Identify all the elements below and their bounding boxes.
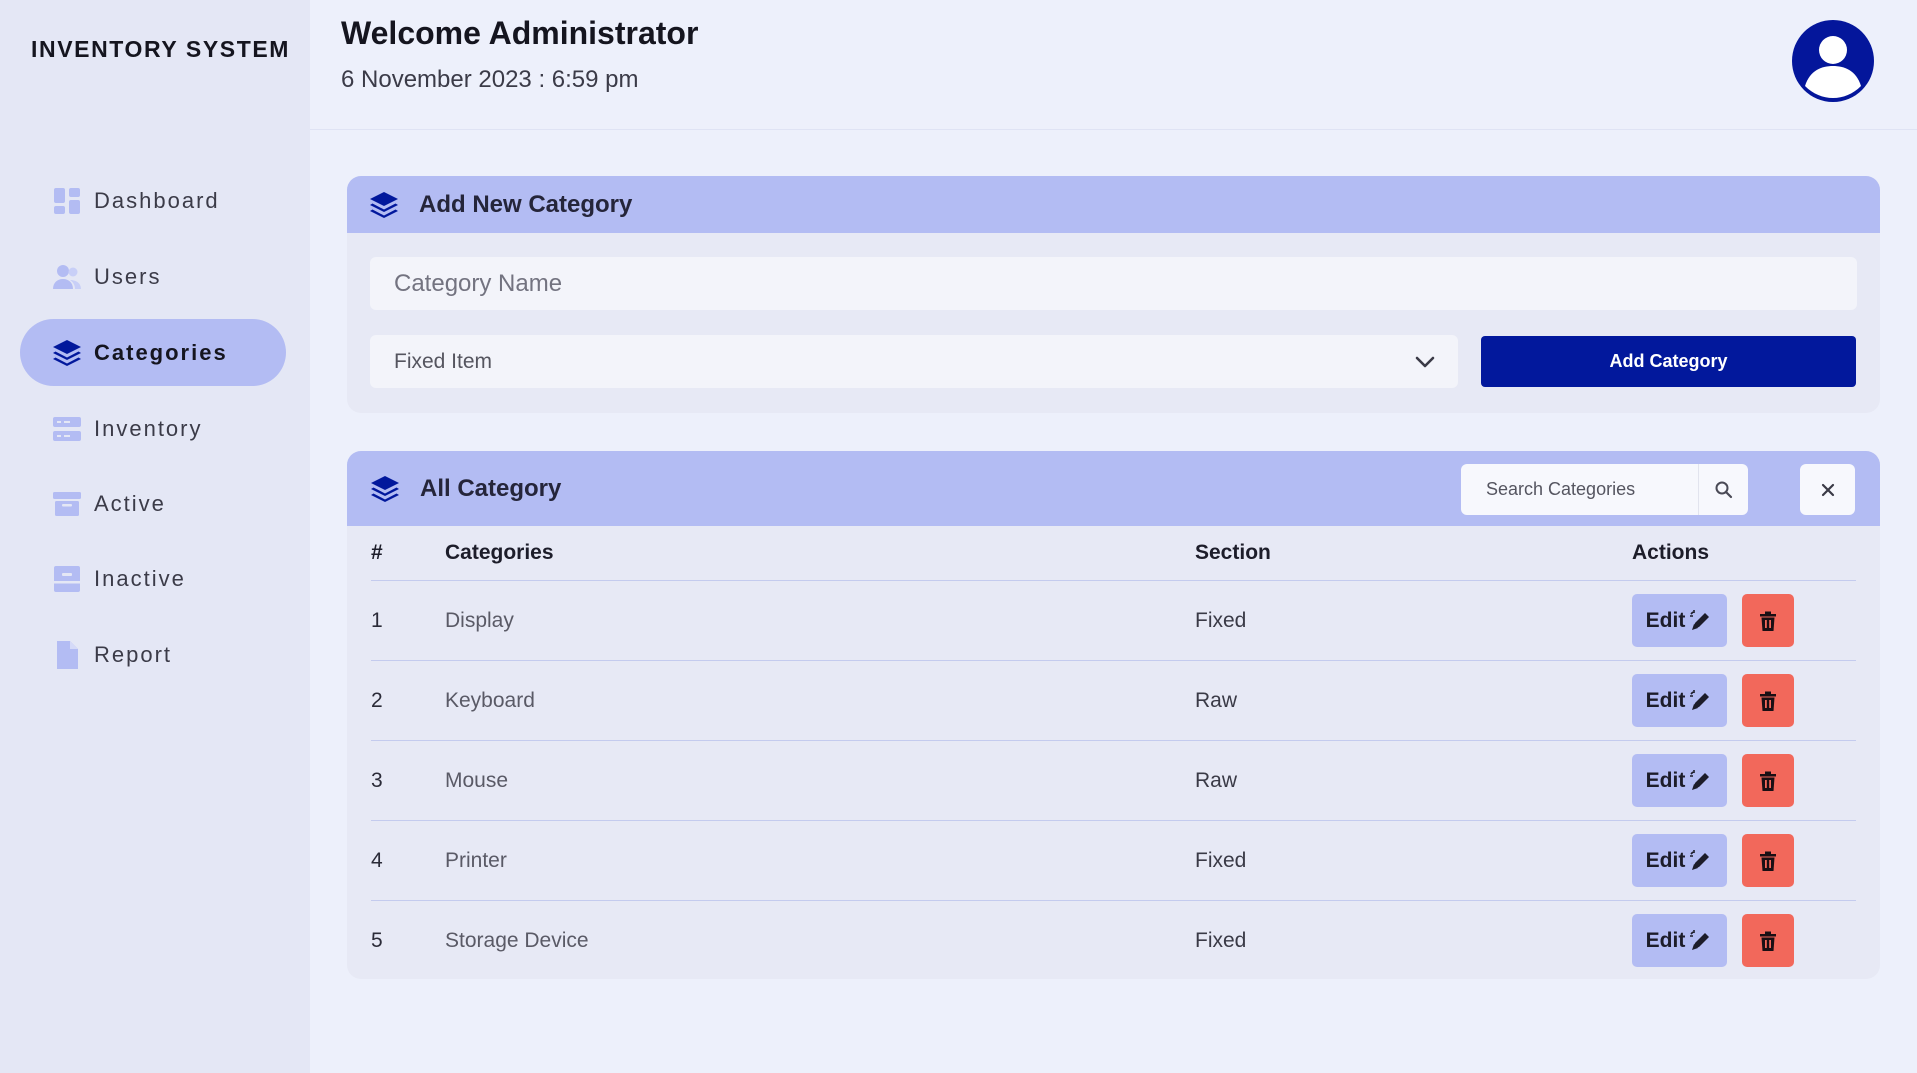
add-category-button[interactable]: Add Category <box>1481 336 1856 387</box>
row-number: 4 <box>371 848 383 872</box>
sidebar-item-label: Active <box>94 490 166 516</box>
column-header: Actions <box>1632 541 1710 564</box>
close-icon <box>1821 483 1834 496</box>
trash-icon <box>1760 691 1776 711</box>
page-header: Welcome Administrator 6 November 2023 : … <box>310 0 1917 130</box>
category-section: Fixed <box>1195 848 1247 872</box>
edit-pen-icon <box>1690 929 1710 950</box>
edit-label: Edit <box>1645 928 1686 952</box>
edit-button[interactable]: Edit <box>1632 754 1727 807</box>
category-name: Display <box>445 608 514 632</box>
trash-icon <box>1760 851 1776 871</box>
add-category-title: Add New Category <box>419 190 633 218</box>
sidebar-item-active[interactable]: Active <box>20 470 286 537</box>
category-section: Fixed <box>1195 928 1247 952</box>
category-section: Raw <box>1195 768 1238 792</box>
row-number: 1 <box>371 608 383 632</box>
table-row: 2 Keyboard Raw Edit <box>371 661 1856 741</box>
column-header: # <box>371 541 383 564</box>
sidebar-item-label: Dashboard <box>94 187 220 213</box>
users-icon <box>52 262 82 292</box>
file-icon <box>52 640 82 670</box>
clear-search-button[interactable] <box>1800 464 1855 515</box>
all-category-header: All Category <box>347 451 1880 526</box>
table-row: 5 Storage Device Fixed Edit <box>371 901 1856 979</box>
edit-label: Edit <box>1645 608 1686 632</box>
edit-button[interactable]: Edit <box>1632 674 1727 727</box>
sidebar-item-label: Inventory <box>94 415 203 441</box>
table-header-row: # Categories Section Actions <box>371 526 1856 581</box>
delete-button[interactable] <box>1742 594 1794 647</box>
trash-icon <box>1760 611 1776 631</box>
add-category-card: Add New Category Fixed Item Add Category <box>347 176 1880 413</box>
row-number: 2 <box>371 688 383 712</box>
trash-icon <box>1760 771 1776 791</box>
app-brand: INVENTORY SYSTEM <box>31 36 291 62</box>
category-name: Storage Device <box>445 928 589 952</box>
table-row: 3 Mouse Raw Edit <box>371 741 1856 821</box>
sidebar-item-label: Report <box>94 641 173 667</box>
all-category-title: All Category <box>420 474 562 502</box>
column-header: Categories <box>445 541 554 564</box>
layers-icon <box>371 475 399 502</box>
column-header: Section <box>1195 541 1271 564</box>
current-datetime: 6 November 2023 : 6:59 pm <box>341 66 639 93</box>
search-input[interactable] <box>1461 464 1701 515</box>
row-number: 5 <box>371 928 383 952</box>
category-section: Raw <box>1195 688 1238 712</box>
sidebar-item-dashboard[interactable]: Dashboard <box>20 167 286 234</box>
edit-pen-icon <box>1690 769 1710 790</box>
dashboard-icon <box>52 186 82 216</box>
search-box <box>1461 464 1748 515</box>
sidebar-item-categories[interactable]: Categories <box>20 319 286 386</box>
add-category-header: Add New Category <box>347 176 1880 233</box>
delete-button[interactable] <box>1742 674 1794 727</box>
edit-pen-icon <box>1690 849 1710 870</box>
row-number: 3 <box>371 768 383 792</box>
edit-label: Edit <box>1645 768 1686 792</box>
layers-icon <box>370 191 398 218</box>
section-select-value: Fixed Item <box>394 349 493 373</box>
sidebar-item-label: Inactive <box>94 565 186 591</box>
page-title: Welcome Administrator <box>341 15 699 51</box>
sidebar-item-label: Categories <box>94 339 228 365</box>
table-row: 1 Display Fixed Edit <box>371 581 1856 661</box>
edit-button[interactable]: Edit <box>1632 594 1727 647</box>
sidebar-item-inactive[interactable]: Inactive <box>20 545 286 612</box>
category-name-input[interactable] <box>370 257 1857 310</box>
edit-button[interactable]: Edit <box>1632 914 1727 967</box>
search-button[interactable] <box>1698 464 1748 515</box>
sidebar-item-users[interactable]: Users <box>20 243 286 310</box>
table-row: 4 Printer Fixed Edit <box>371 821 1856 901</box>
edit-label: Edit <box>1645 688 1686 712</box>
archive-minus-icon <box>52 564 82 594</box>
category-name: Keyboard <box>445 688 535 712</box>
delete-button[interactable] <box>1742 914 1794 967</box>
delete-button[interactable] <box>1742 754 1794 807</box>
sidebar-item-label: Users <box>94 263 162 289</box>
archive-icon <box>52 489 82 519</box>
all-category-card: All Category # Categories Section Action… <box>347 451 1880 979</box>
trash-icon <box>1760 931 1776 951</box>
edit-label: Edit <box>1645 848 1686 872</box>
sidebar-item-report[interactable]: Report <box>20 621 286 688</box>
server-icon <box>52 414 82 444</box>
category-name: Printer <box>445 848 507 872</box>
chevron-down-icon <box>1415 356 1435 368</box>
edit-button[interactable]: Edit <box>1632 834 1727 887</box>
section-select[interactable]: Fixed Item <box>370 335 1458 388</box>
edit-pen-icon <box>1690 689 1710 710</box>
category-name: Mouse <box>445 768 509 792</box>
sidebar: INVENTORY SYSTEM Dashboard Users Categor… <box>0 0 310 1073</box>
layers-icon <box>52 338 82 368</box>
search-icon <box>1715 481 1732 498</box>
user-avatar-icon[interactable] <box>1792 20 1874 102</box>
categories-table: # Categories Section Actions 1 Display F… <box>371 526 1856 979</box>
category-section: Fixed <box>1195 608 1247 632</box>
edit-pen-icon <box>1690 609 1710 630</box>
delete-button[interactable] <box>1742 834 1794 887</box>
sidebar-item-inventory[interactable]: Inventory <box>20 395 286 462</box>
